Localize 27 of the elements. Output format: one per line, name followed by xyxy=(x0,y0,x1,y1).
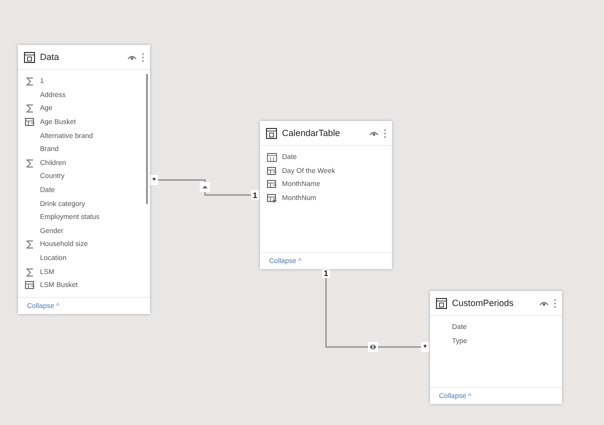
eye-icon[interactable] xyxy=(369,130,379,136)
relationship-line[interactable] xyxy=(157,179,252,196)
sigma-icon xyxy=(26,104,34,114)
table-column-icon xyxy=(267,166,277,176)
hierarchy-icon xyxy=(267,194,277,204)
relationship-line[interactable] xyxy=(325,277,422,348)
cardinality-label: * xyxy=(150,175,158,185)
sigma-icon xyxy=(26,158,34,168)
eye-icon[interactable] xyxy=(127,54,137,60)
cardinality-label: 1 xyxy=(322,268,330,278)
table-title: CustomPeriods xyxy=(452,298,515,308)
table-column-icon xyxy=(25,281,35,290)
table-icon xyxy=(24,52,35,62)
table-column-icon xyxy=(267,180,277,190)
cardinality-label: * xyxy=(421,342,429,352)
eye-icon[interactable] xyxy=(539,300,549,306)
sigma-icon xyxy=(26,268,34,277)
cardinality-label: 1 xyxy=(251,190,259,200)
scrollbar[interactable] xyxy=(146,74,148,204)
table-icon xyxy=(266,128,277,138)
sigma-icon xyxy=(26,77,34,86)
table-column-icon xyxy=(25,118,35,128)
table-title: Data xyxy=(40,52,60,62)
sigma-icon xyxy=(26,240,34,250)
table-title: CalendarTable xyxy=(282,128,342,138)
calendar-icon xyxy=(267,153,277,162)
table-icon xyxy=(436,298,447,308)
